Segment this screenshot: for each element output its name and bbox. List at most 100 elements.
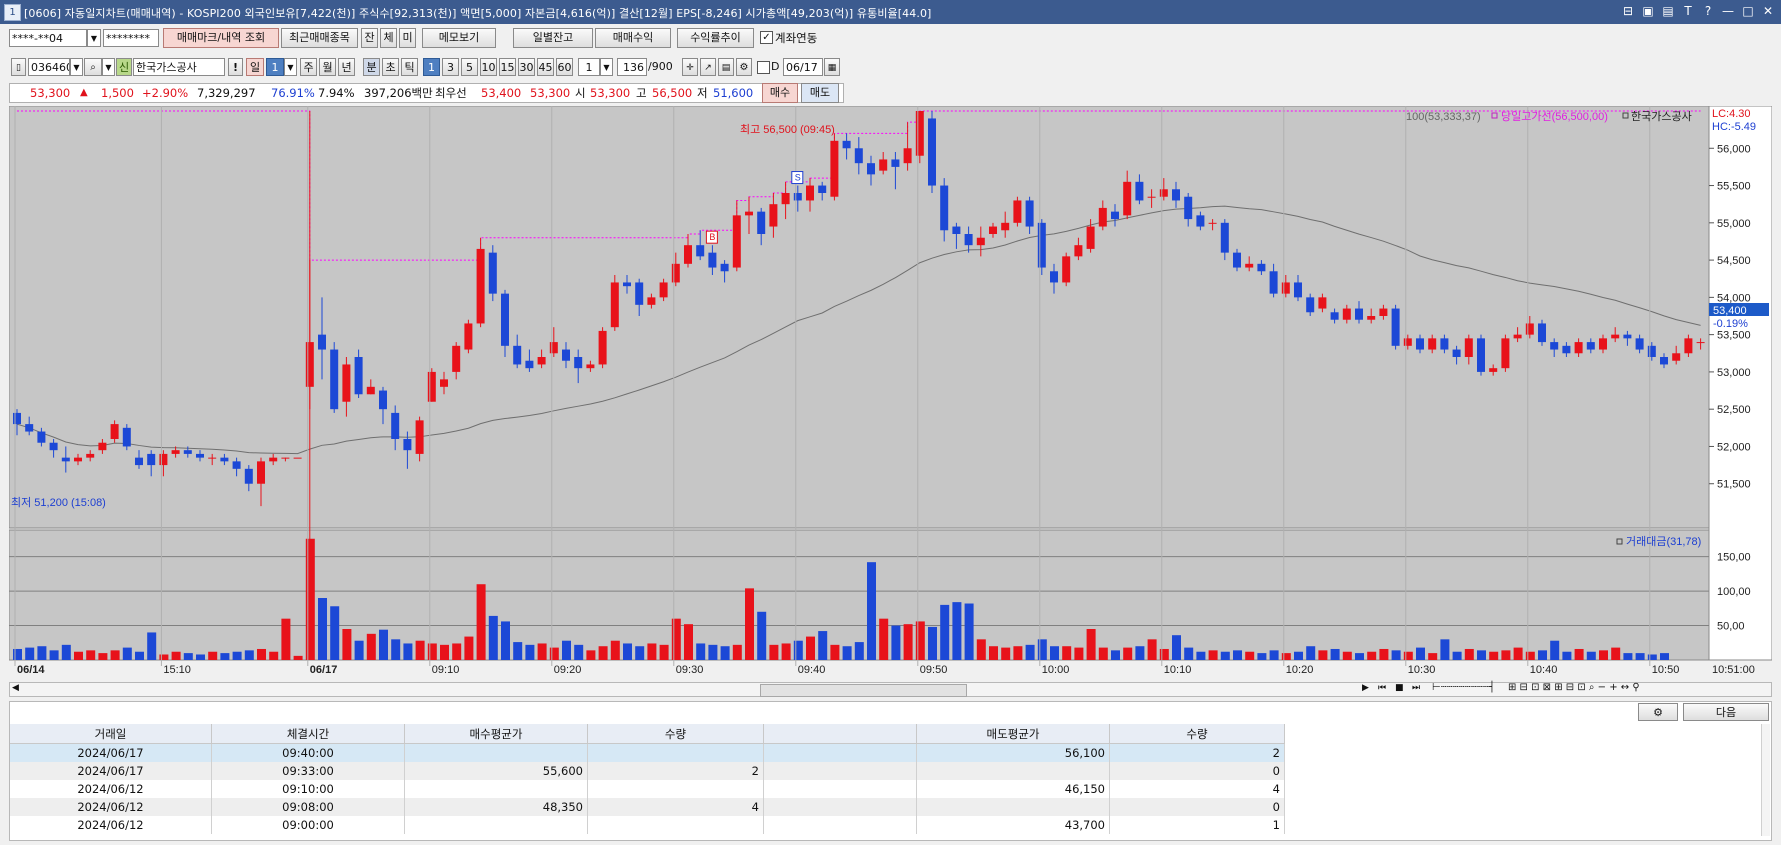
volume-bar[interactable] — [903, 624, 913, 660]
volume-bar[interactable] — [1062, 646, 1072, 660]
table-row[interactable]: 2024/06/12 09:00:00 43,700 1 — [10, 816, 1285, 834]
volume-bar[interactable] — [562, 640, 571, 660]
draw-icon[interactable]: ↗ — [700, 58, 716, 76]
alert-button[interactable]: ! — [228, 58, 243, 76]
volume-bar[interactable] — [1574, 648, 1584, 660]
candle[interactable] — [915, 111, 924, 164]
volume-bar[interactable] — [281, 618, 291, 660]
volume-bar[interactable] — [623, 643, 632, 660]
volume-bar[interactable] — [732, 644, 742, 660]
minute-15-button[interactable]: 15 — [499, 58, 516, 76]
volume-bar[interactable] — [940, 604, 950, 660]
period-dropdown-icon[interactable]: ▼ — [284, 58, 297, 76]
volume-bar[interactable] — [1477, 650, 1486, 660]
volume-bar[interactable] — [1294, 651, 1303, 660]
screen-icon[interactable]: ▤ — [1661, 3, 1675, 19]
last-page-icon[interactable]: ⏭ — [1412, 683, 1420, 693]
period-minute-button[interactable]: 분 — [363, 58, 380, 76]
stock-code-input[interactable]: 036460 — [28, 58, 70, 76]
volume-bar[interactable] — [1001, 647, 1011, 660]
volume-bar[interactable] — [1513, 647, 1523, 660]
gear-icon[interactable]: ⚙ — [736, 58, 752, 76]
volume-bar[interactable] — [208, 651, 218, 660]
volume-bar[interactable] — [1135, 646, 1145, 660]
period-day-button[interactable]: 일 — [246, 58, 264, 76]
volume-bar[interactable] — [952, 602, 962, 660]
table-scrollbar[interactable] — [1761, 724, 1770, 836]
next-button[interactable]: 다음 — [1683, 703, 1769, 721]
volume-bar[interactable] — [1208, 650, 1218, 660]
volume-bar[interactable] — [159, 654, 169, 660]
volume-bar[interactable] — [37, 646, 47, 660]
settings-icon[interactable]: ⚙ — [1638, 703, 1678, 721]
minute-3-button[interactable]: 3 — [442, 58, 459, 76]
volume-bar[interactable] — [98, 653, 108, 660]
volume-bar[interactable] — [1037, 639, 1047, 660]
candle[interactable] — [1391, 304, 1400, 350]
volume-bar[interactable] — [549, 647, 559, 660]
scrollbar-thumb[interactable] — [760, 684, 967, 697]
volume-bar[interactable] — [501, 621, 510, 660]
candle[interactable] — [1013, 196, 1022, 227]
col-buy-qty[interactable]: 수량 — [587, 724, 764, 744]
volume-bar[interactable] — [671, 618, 681, 660]
volume-bar[interactable] — [403, 643, 413, 660]
volume-bar[interactable] — [793, 640, 803, 660]
volume-bar[interactable] — [708, 644, 718, 660]
candle[interactable] — [427, 368, 436, 402]
volume-bar[interactable] — [1355, 653, 1364, 660]
volume-bar[interactable] — [391, 639, 401, 660]
volume-bar[interactable] — [1342, 651, 1352, 660]
volume-bar[interactable] — [1599, 650, 1608, 660]
volume-bar[interactable] — [1660, 653, 1669, 660]
chart-scrollbar[interactable]: ◀ ▶ ⏮ ■ ⏭ ⊢┄┄┄┄┄┄┄┄┤ ⊞ ⊟ ⊡ ⊠ ⊞ ⊟ ⊡ ⌕ − +… — [9, 682, 1772, 697]
volume-bar[interactable] — [122, 647, 132, 660]
volume-bar[interactable] — [196, 654, 205, 660]
candle[interactable] — [598, 327, 607, 369]
tools-icon[interactable]: ⊞ ⊟ ⊡ ⊠ ⊞ ⊟ ⊡ ⌕ − + ↔ ⚲ — [1508, 682, 1640, 693]
volume-bar[interactable] — [1391, 650, 1401, 660]
sell-marker[interactable]: S — [791, 171, 804, 185]
trade-marks-button[interactable]: 매매마크/내역 조회 — [163, 28, 279, 48]
period-year-button[interactable]: 년 — [338, 58, 355, 76]
minute-45-button[interactable]: 45 — [537, 58, 554, 76]
candle[interactable] — [1062, 252, 1071, 287]
volume-bar[interactable] — [1623, 653, 1633, 660]
volume-bar[interactable] — [1098, 647, 1108, 660]
col-sell-qty[interactable]: 수량 — [1109, 724, 1285, 744]
volume-bar[interactable] — [135, 651, 144, 660]
volume-bar[interactable] — [1330, 648, 1340, 660]
volume-bar[interactable] — [830, 644, 840, 660]
volume-bar[interactable] — [1074, 647, 1084, 660]
table-row[interactable]: 2024/06/12 09:08:00 48,350 4 0 — [10, 798, 1285, 816]
volume-bar[interactable] — [1050, 646, 1059, 660]
account-link-checkbox[interactable]: ✓ — [760, 31, 773, 44]
volume-bar[interactable] — [183, 653, 193, 660]
candle[interactable] — [1538, 319, 1546, 346]
volume-bar[interactable] — [330, 606, 340, 660]
volume-bar[interactable] — [1452, 651, 1462, 660]
candle[interactable] — [610, 275, 619, 331]
volume-bar[interactable] — [1586, 651, 1596, 660]
minimize-icon[interactable]: — — [1721, 3, 1735, 19]
volume-bar[interactable] — [647, 643, 657, 660]
period-num-select[interactable]: 1 — [266, 58, 284, 76]
volume-bar[interactable] — [610, 640, 620, 660]
volume-bar[interactable] — [1172, 635, 1181, 660]
volume-bar[interactable] — [964, 603, 974, 660]
volume-bar[interactable] — [1538, 650, 1547, 660]
stop-icon[interactable]: ■ — [1395, 683, 1404, 693]
volume-bar[interactable] — [781, 643, 791, 660]
buy-button[interactable]: 매수 — [762, 83, 798, 103]
candle[interactable] — [122, 424, 131, 451]
volume-bar[interactable] — [1257, 653, 1267, 660]
volume-bar[interactable] — [1281, 653, 1291, 660]
volume-bar[interactable] — [769, 644, 779, 660]
volume-bar[interactable] — [61, 644, 71, 660]
volume-bar[interactable] — [342, 629, 352, 660]
chart-settings-icon[interactable]: ▯ — [11, 58, 26, 76]
unit-input[interactable]: 1 — [578, 58, 600, 76]
volume-bar[interactable] — [574, 644, 584, 660]
volume-bar[interactable] — [1111, 650, 1120, 660]
volume-bar[interactable] — [1184, 647, 1194, 660]
